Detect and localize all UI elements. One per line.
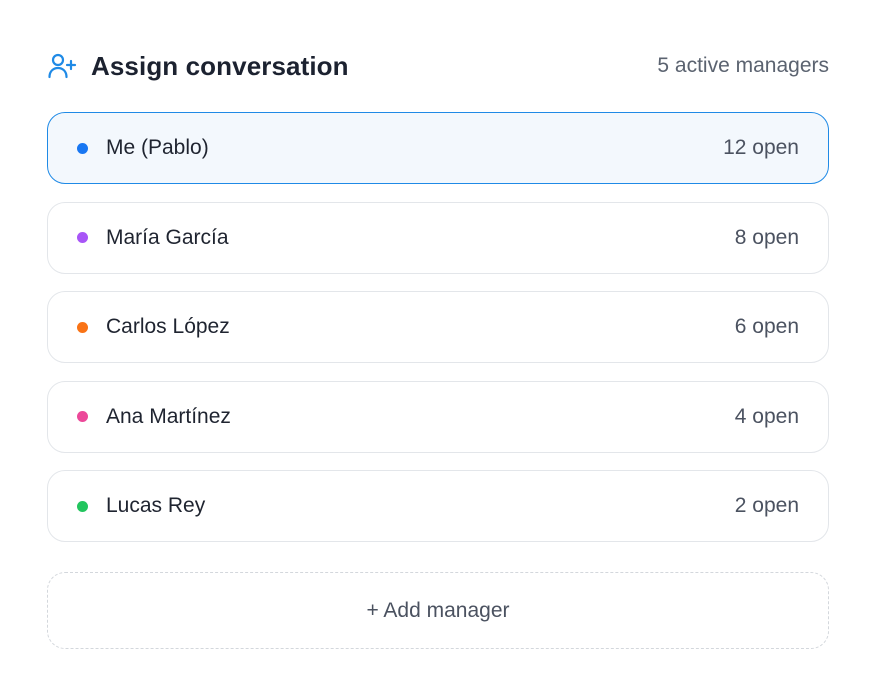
- open-count: 12 open: [723, 136, 799, 159]
- add-manager-button[interactable]: + Add manager: [47, 572, 829, 649]
- manager-name: María García: [106, 225, 229, 249]
- manager-row-ana-martinez[interactable]: Ana Martínez 4 open: [47, 380, 829, 453]
- status-dot: [77, 142, 88, 154]
- active-managers-count: 5 active managers: [657, 54, 829, 77]
- manager-row-carlos-lopez[interactable]: Carlos López 6 open: [47, 291, 829, 363]
- manager-list: Me (Pablo) 12 open María García 8 open C…: [47, 112, 829, 560]
- panel-header: Assign conversation 5 active managers: [47, 46, 829, 86]
- manager-row-lucas-rey[interactable]: Lucas Rey 2 open: [47, 470, 829, 542]
- status-dot: [77, 321, 88, 333]
- open-count: 4 open: [734, 404, 799, 428]
- status-dot: [77, 500, 88, 512]
- manager-row-me-pablo[interactable]: Me (Pablo) 12 open: [47, 112, 829, 184]
- header-title-group: Assign conversation: [47, 51, 349, 82]
- manager-row-maria-garcia[interactable]: María García 8 open: [47, 201, 829, 274]
- manager-name: Lucas Rey: [106, 494, 206, 517]
- status-dot: [77, 232, 88, 243]
- manager-name: Carlos López: [106, 315, 230, 338]
- manager-name: Me (Pablo): [106, 136, 209, 159]
- manager-name: Ana Martínez: [106, 404, 231, 428]
- page-title: Assign conversation: [91, 50, 349, 81]
- open-count: 8 open: [734, 225, 799, 249]
- open-count: 6 open: [734, 315, 799, 338]
- user-plus-icon: [47, 51, 77, 81]
- status-dot: [77, 411, 88, 422]
- open-count: 2 open: [734, 494, 799, 517]
